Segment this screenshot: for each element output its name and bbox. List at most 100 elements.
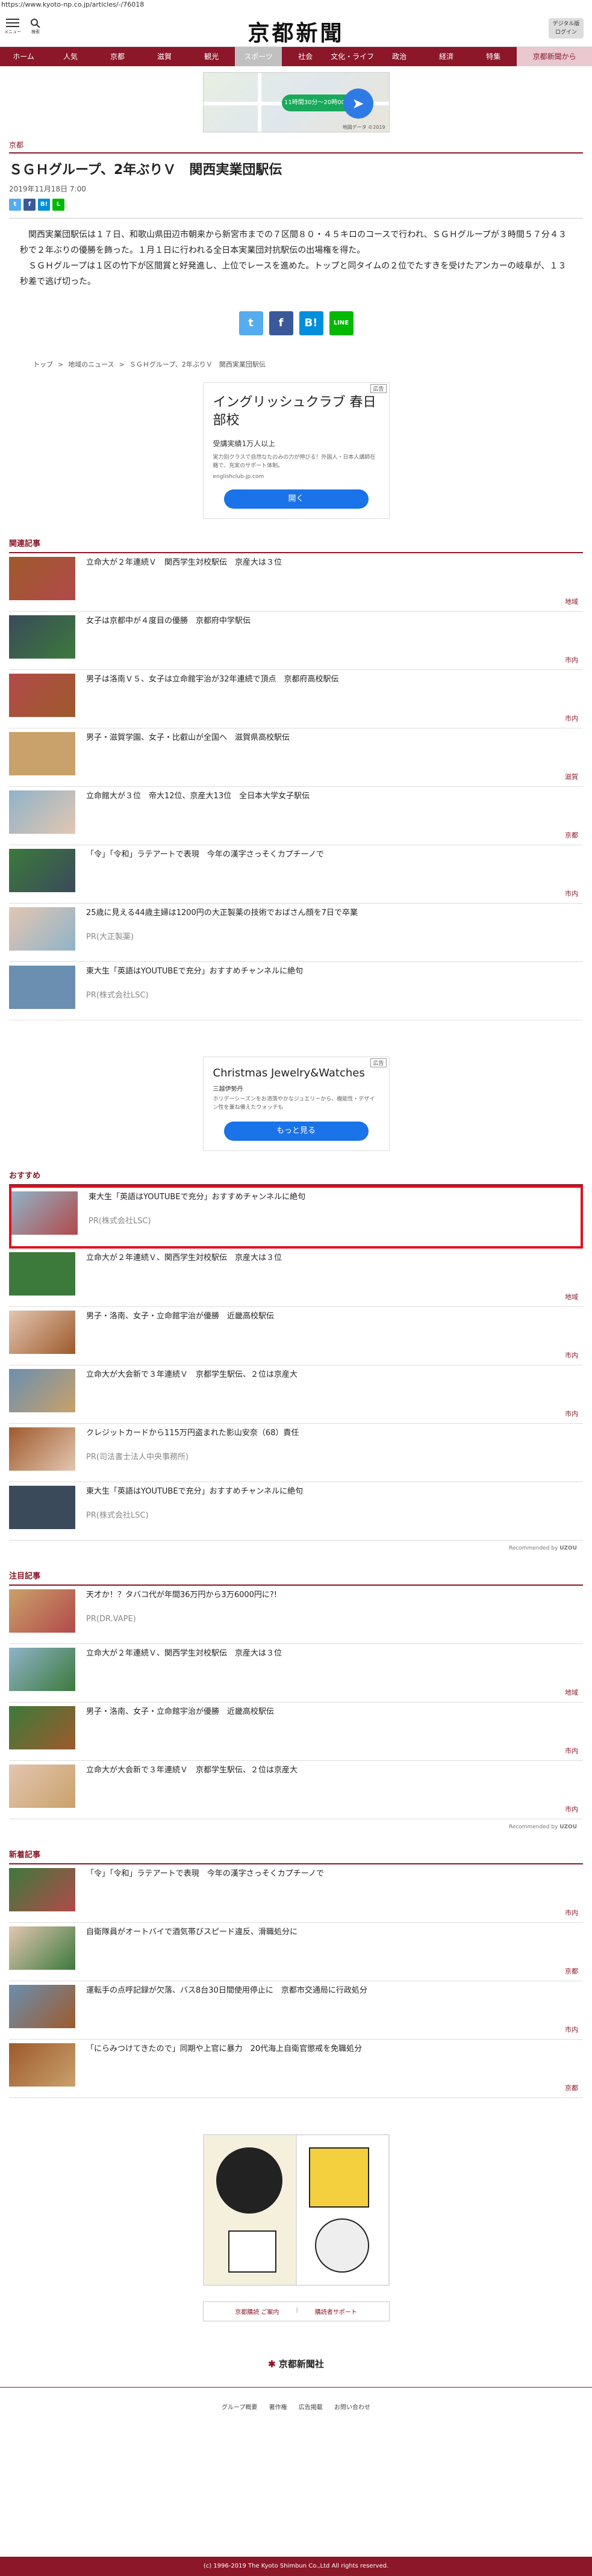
category-tag[interactable]: 市内: [565, 1409, 578, 1418]
footer-link[interactable]: 著作権: [269, 2404, 287, 2411]
nav-item[interactable]: 文化・ライフ: [329, 47, 376, 66]
comic-panel: [204, 2135, 296, 2285]
category-tag[interactable]: 市内: [565, 713, 578, 723]
list-item-text: 運転手の点呼記録が欠落、バス8台30日間使用停止に 京都市交通局に行政処分: [75, 1985, 583, 2035]
hatena-share-icon[interactable]: B!: [299, 311, 323, 335]
sponsor-label: PR(株式会社LSC): [86, 991, 149, 1000]
list-item[interactable]: 東大生「英語はYOUTUBEで充分」おすすめチャンネルに絶句 PR(株式会社LSC…: [9, 962, 583, 1020]
recommended-by-label: Recommended by: [508, 1545, 558, 1551]
category-tag[interactable]: 市内: [565, 655, 578, 665]
comic-ad[interactable]: [202, 2134, 390, 2286]
list-item[interactable]: 「令」「令和」ラテアートで表現 今年の漢字さっそくカプチーノで 市内: [9, 845, 583, 904]
list-item-title: 天才か！？タバコ代が年間36万円から3万6000円に?!: [86, 1591, 278, 1600]
ad-title: Christmas Jewelry&Watches: [213, 1067, 365, 1079]
digital-login-button[interactable]: デジタル版 ログイン: [549, 18, 584, 39]
subscriber-support-link[interactable]: 購読者サポート: [307, 2302, 366, 2321]
nav-item[interactable]: 滋賀: [141, 47, 188, 66]
category-tag[interactable]: 京都: [565, 830, 578, 840]
list-item[interactable]: 天才か！？タバコ代が年間36万円から3万6000円に?! PR(DR.VAPE): [9, 1586, 583, 1644]
hatena-share-icon[interactable]: B!: [38, 199, 50, 211]
category-tag[interactable]: 滋賀: [565, 772, 578, 781]
category-tag[interactable]: 京都: [565, 1966, 578, 1976]
ad-description: 実力別クラスで自然なたのみの力が伸びる！外国人・日本人講師在籍で、充実のサポート…: [213, 455, 376, 469]
list-item[interactable]: 自衛隊員がオートバイで酒気帯びスピード違反、滑職処分に 京都: [9, 1923, 583, 1981]
share-large: t f B! LINE: [9, 311, 583, 335]
category-tag[interactable]: 地域: [565, 1292, 578, 1302]
category-tag[interactable]: 市内: [565, 889, 578, 898]
nav-item[interactable]: 京都新聞から: [517, 47, 592, 66]
nav-item[interactable]: 経済: [423, 47, 470, 66]
line-share-icon[interactable]: L: [52, 199, 64, 211]
footer-logo[interactable]: ✱ 京都新聞社: [0, 2357, 592, 2370]
list-item[interactable]: 運転手の点呼記録が欠落、バス8台30日間使用停止に 京都市交通局に行政処分 市内: [9, 1981, 583, 2040]
recommended-by-label: Recommended by: [508, 1824, 558, 1830]
nav-item[interactable]: 社会: [282, 47, 329, 66]
subscription-info-link[interactable]: 京都購読 ご案内: [226, 2302, 287, 2321]
nav-item[interactable]: スポーツ: [235, 47, 282, 66]
list-item[interactable]: 立命館大が３位 帝大12位、京産大13位 全日本大学女子駅伝京都: [9, 787, 583, 845]
list-item[interactable]: 立命大が大会新で３年連続Ｖ 京都学生駅伝、２位は京産大 市内: [9, 1761, 583, 1819]
list-item-text: 東大生「英語はYOUTUBEで充分」おすすめチャンネルに絶句 PR(株式会社LSC…: [78, 1191, 581, 1243]
footer-link[interactable]: グループ概要: [222, 2404, 257, 2411]
facebook-share-icon[interactable]: f: [269, 311, 293, 335]
list-item-title: 東大生「英語はYOUTUBEで充分」おすすめチャンネルに絶句: [89, 1193, 306, 1202]
twitter-share-icon[interactable]: t: [238, 311, 263, 335]
nav-item[interactable]: 京都: [94, 47, 141, 66]
list-item-text: 立命大が２年連続Ｖ、関西学生対校駅伝 京産大は３位: [75, 1648, 583, 1698]
category-tag[interactable]: 市内: [565, 1746, 578, 1755]
list-item[interactable]: 立命大が２年連続Ｖ 関西学生対校駅伝 京産大は３位 地域: [9, 553, 583, 612]
top-map-ad[interactable]: 11時間30分〜20時00分 ➤ 地図データ ©2019: [202, 72, 390, 132]
list-item[interactable]: 男子・洛南、女子・立命館宇治が優勝 近畿高校駅伝 市内: [9, 1702, 583, 1761]
list-item-title: 立命館大が３位 帝大12位、京産大13位 全日本大学女子駅伝: [86, 792, 310, 801]
category-tag[interactable]: 地域: [565, 597, 578, 606]
list-item[interactable]: 東大生「英語はYOUTUBEで充分」おすすめチャンネルに絶句 PR(株式会社LSC…: [9, 1185, 583, 1249]
list-item[interactable]: 男子・洛南、女子・立命館宇治が優勝 近畿高校駅伝 市内: [9, 1307, 583, 1365]
line-share-icon[interactable]: LINE: [329, 311, 354, 335]
category-tag[interactable]: 京都: [565, 2083, 578, 2093]
list-item[interactable]: 立命大が２年連続Ｖ、関西学生対校駅伝 京産大は３位 地域: [9, 1644, 583, 1702]
facebook-share-icon[interactable]: f: [23, 199, 36, 211]
category-tag[interactable]: 市内: [565, 1908, 578, 1917]
breadcrumb-local[interactable]: 地域のニュース: [68, 361, 114, 368]
list-item-text: 男子・洛南、女子・立命館宇治が優勝 近畿高校駅伝: [75, 1706, 583, 1757]
twitter-share-icon[interactable]: t: [9, 199, 21, 211]
url-bar[interactable]: https://www.kyoto-np.co.jp/articles/-/76…: [0, 0, 592, 10]
list-item[interactable]: 男子は洛南Ｖ５、女子は立命館宇治が32年連続で頂点 京都府高校駅伝 市内: [9, 670, 583, 728]
ad-christmas-jewelry[interactable]: 広告 Christmas Jewelry&Watches 三越伊勢丹 ホリデーシ…: [202, 1057, 390, 1151]
thumbnail-image: [9, 1369, 75, 1412]
nav-item[interactable]: 特集: [470, 47, 517, 66]
list-item-title: 男子・滋賀学園、女子・比叡山が全国へ 滋賀県高校駅伝: [86, 733, 290, 742]
article-category[interactable]: 京都: [9, 140, 583, 152]
footer-buttons: 京都購読 ご案内 | 購読者サポート: [202, 2301, 390, 2321]
list-item[interactable]: 女子は京都中が４度目の優勝 京都府中学駅伝 市内: [9, 612, 583, 670]
sponsor-label: PR(株式会社LSC): [86, 1511, 149, 1520]
list-item[interactable]: 立命大が２年連続Ｖ、関西学生対校駅伝 京産大は３位 地域: [9, 1249, 583, 1307]
directions-icon[interactable]: ➤: [343, 88, 373, 119]
uzou-logo: UZOU: [559, 1545, 577, 1551]
footer-link[interactable]: 広告掲載: [299, 2404, 323, 2411]
nav-item[interactable]: 観光: [188, 47, 235, 66]
footer-link[interactable]: お問い合わせ: [334, 2404, 370, 2411]
category-tag[interactable]: 市内: [565, 2025, 578, 2034]
category-tag[interactable]: 地域: [565, 1687, 578, 1697]
list-item[interactable]: 立命大が大会新で３年連続Ｖ 京都学生駅伝、２位は京産大市内: [9, 1365, 583, 1424]
list-item[interactable]: 東大生「英語はYOUTUBEで充分」おすすめチャンネルに絶句 PR(株式会社LSC…: [9, 1482, 583, 1541]
list-item[interactable]: 「令」「令和」ラテアートで表現 今年の漢字さっそくカプチーノで 市内: [9, 1864, 583, 1923]
list-item-title: 立命大が大会新で３年連続Ｖ 京都学生駅伝、２位は京産大: [86, 1370, 298, 1379]
nav-item[interactable]: 人気: [47, 47, 94, 66]
category-tag[interactable]: 市内: [565, 1804, 578, 1814]
category-tag[interactable]: 市内: [565, 1350, 578, 1360]
list-item[interactable]: クレジットカードから115万円盗まれた影山安奈（68）責任 PR(司法書士法人中央…: [9, 1424, 583, 1482]
site-logo[interactable]: 京都新聞: [0, 16, 592, 47]
list-item-title: 東大生「英語はYOUTUBEで充分」おすすめチャンネルに絶句: [86, 1487, 304, 1496]
list-item[interactable]: 「にらみつけてきたので」同期や上官に暴力 20代海上自衛官懲戒を免職処分 京都: [9, 2040, 583, 2098]
breadcrumb-home[interactable]: トップ: [33, 361, 53, 368]
ad-open-button[interactable]: 開く: [223, 489, 369, 509]
nav-item[interactable]: ホーム: [0, 47, 47, 66]
latest-section: 新着記事 「令」「令和」ラテアートで表現 今年の漢字さっそくカプチーノで 市内 自衛…: [9, 1848, 583, 2098]
nav-item[interactable]: 政治: [376, 47, 423, 66]
list-item[interactable]: 25歳に見える44歳主婦は1200円の大正製薬の技術でおばさん顔を7日で卒業 PR…: [9, 904, 583, 962]
ad-english-club[interactable]: 広告 イングリッシュクラブ 春日部校 受講実績1万人以上 実力別クラスで自然なた…: [202, 382, 390, 519]
ad-more-button[interactable]: もっと見る: [223, 1122, 369, 1141]
list-item[interactable]: 男子・滋賀学園、女子・比叡山が全国へ 滋賀県高校駅伝滋賀: [9, 728, 583, 787]
